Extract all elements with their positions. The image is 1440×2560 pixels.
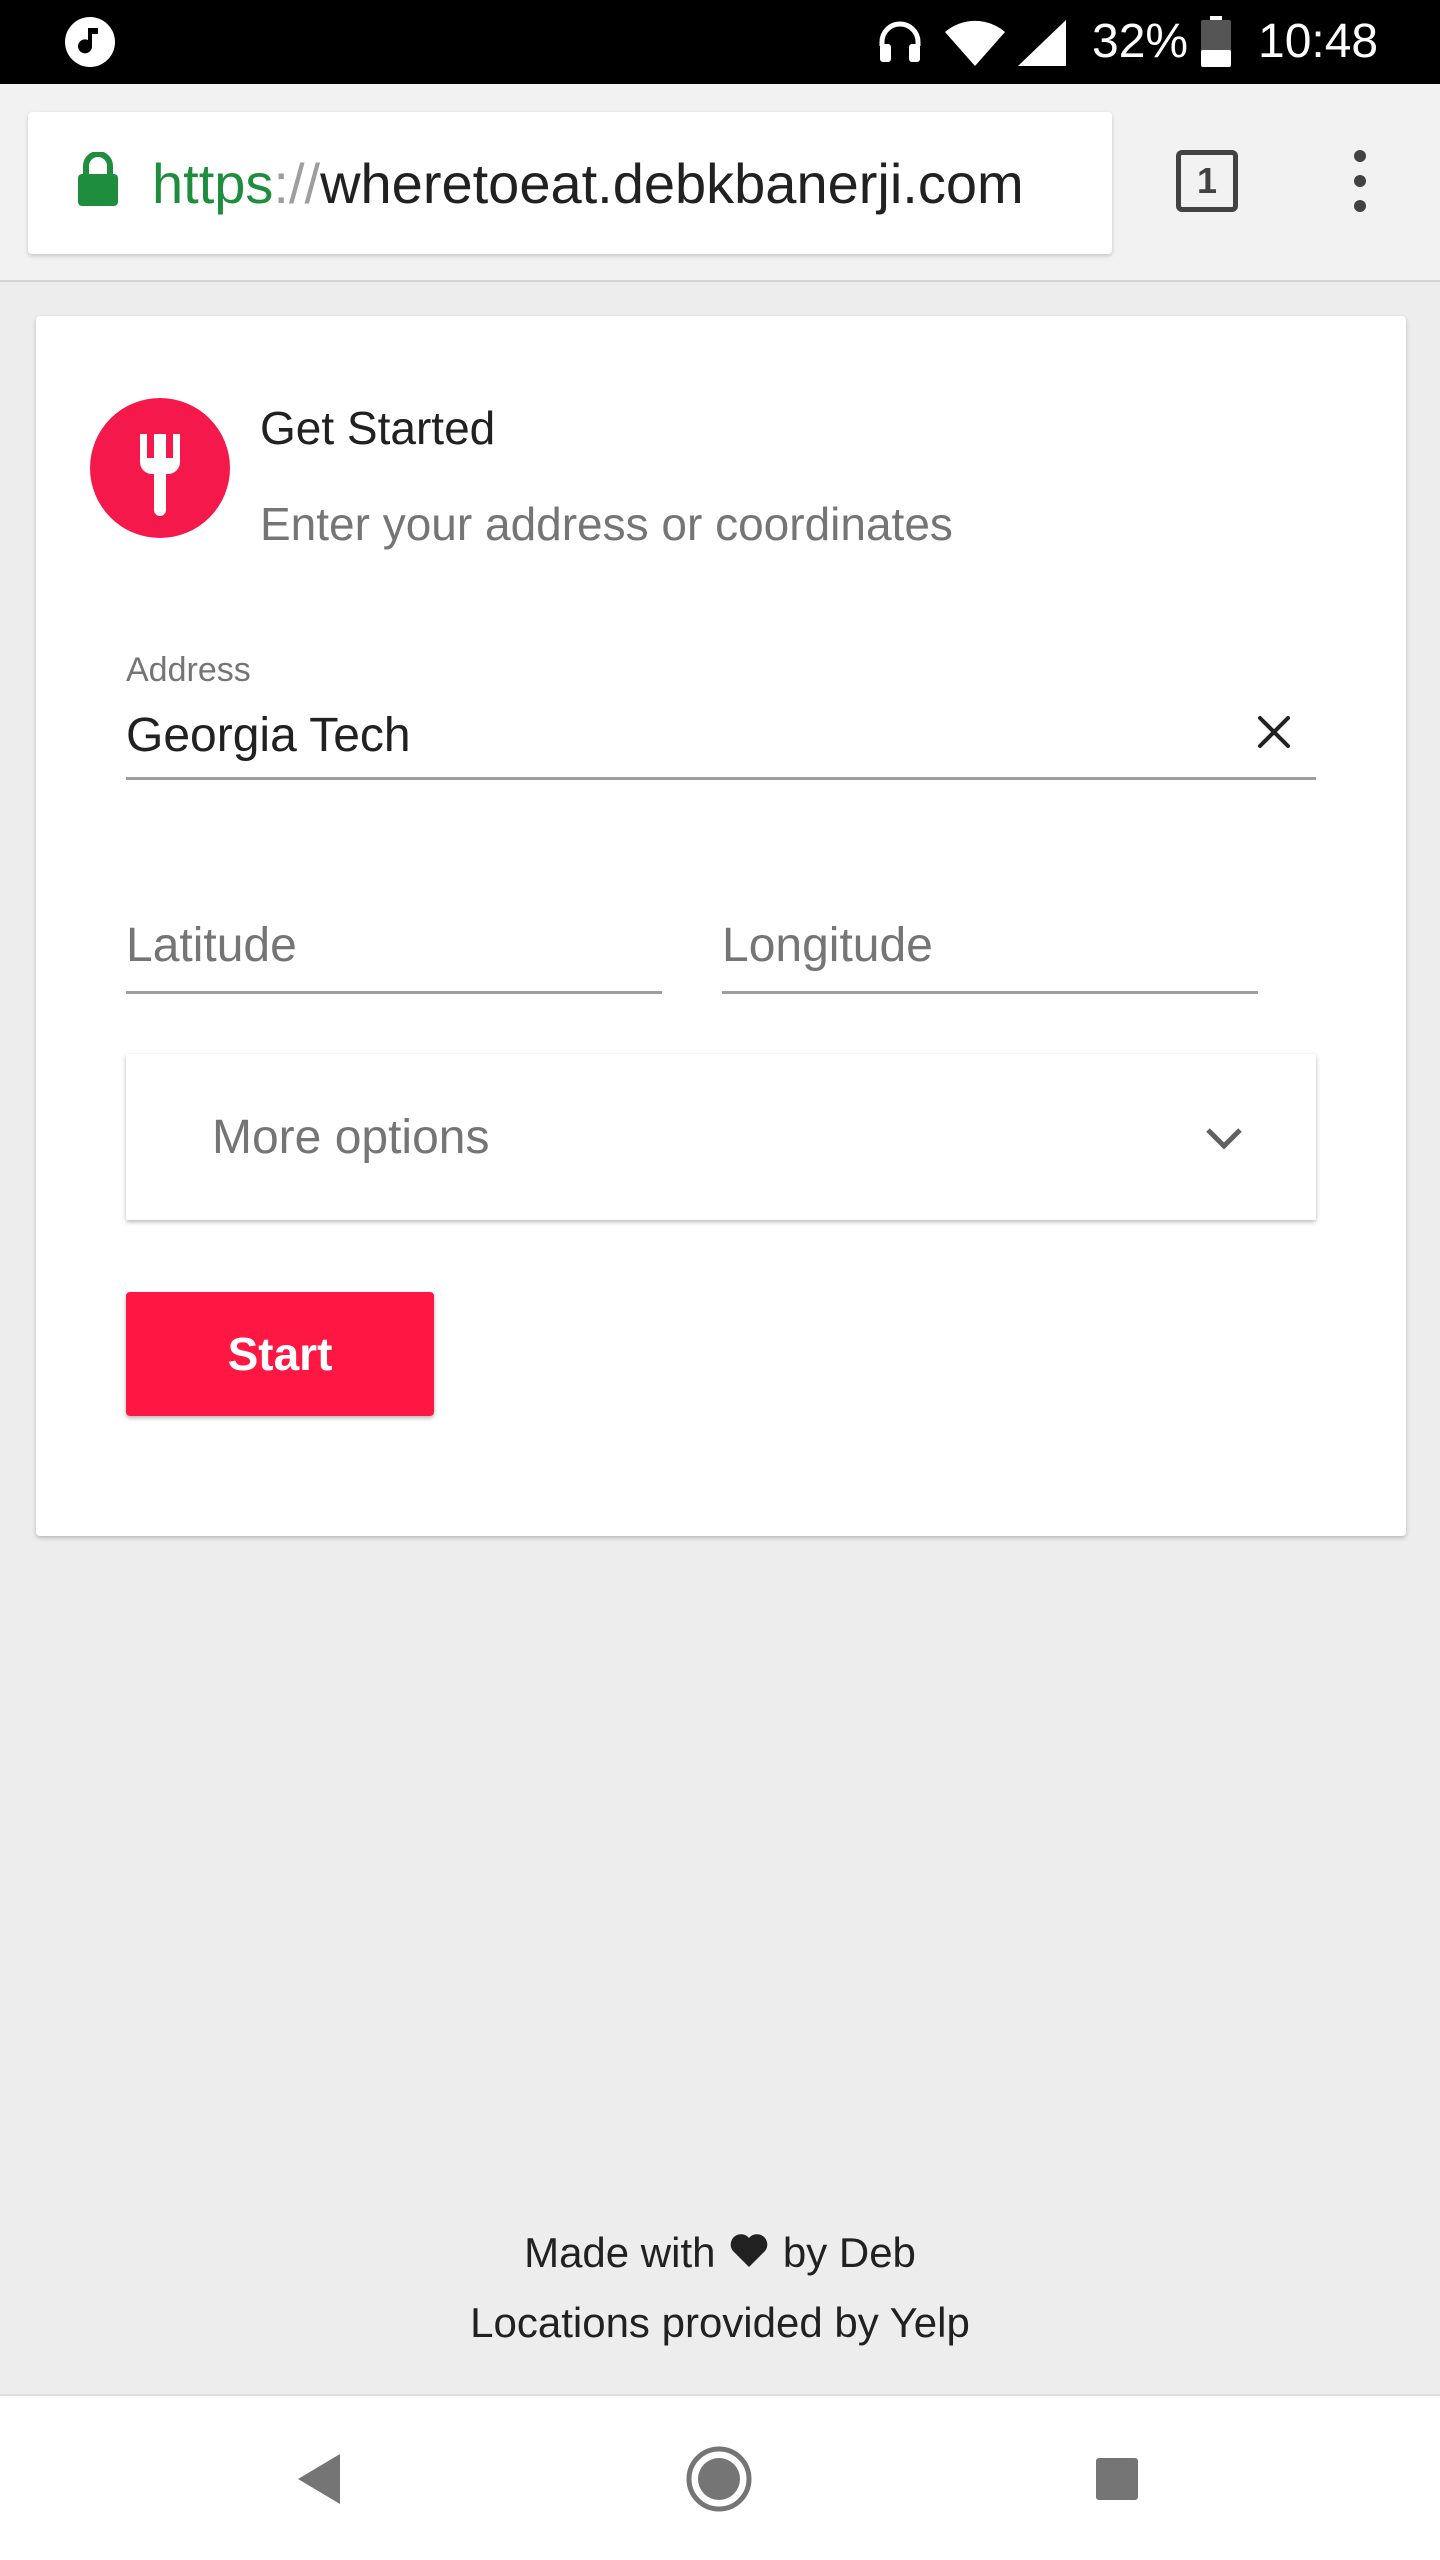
card-title: Get Started [260, 402, 496, 454]
address-field[interactable]: Address Georgia Tech [126, 650, 1316, 780]
latitude-underline [126, 991, 662, 994]
tab-switcher-button[interactable]: 1 [1176, 150, 1238, 212]
address-underline [126, 777, 1316, 780]
longitude-field[interactable]: Longitude [722, 914, 1258, 994]
clock: 10:48 [1258, 15, 1379, 68]
start-button[interactable]: Start [126, 1292, 434, 1416]
get-started-card: Get Started Enter your address or coordi… [36, 316, 1406, 1536]
longitude-input[interactable]: Longitude [722, 918, 933, 974]
address-input[interactable]: Georgia Tech [126, 708, 411, 764]
url-separator: :// [273, 152, 321, 215]
recents-icon[interactable] [1096, 2458, 1138, 2500]
by-deb-text: by Deb [782, 2229, 916, 2276]
url-bar[interactable]: https://wheretoeat.debkbanerji.com [28, 112, 1112, 254]
fork-logo-icon [90, 398, 230, 538]
address-label: Address [126, 651, 251, 689]
battery-icon [1201, 16, 1231, 67]
more-options-expander[interactable]: More options [126, 1054, 1316, 1220]
system-nav-bar [0, 2394, 1440, 2560]
back-icon[interactable] [296, 2452, 342, 2506]
heart-icon [730, 2234, 768, 2267]
latitude-field[interactable]: Latitude [126, 914, 662, 994]
card-subtitle: Enter your address or coordinates [260, 498, 953, 550]
footer: Made with by Deb Locations provided by Y… [0, 2218, 1440, 2358]
signal-icon [1018, 20, 1066, 66]
music-note-icon [65, 17, 115, 67]
home-icon[interactable] [686, 2446, 752, 2512]
url-host: wheretoeat.debkbanerji.com [320, 152, 1024, 215]
yelp-credit: Locations provided by Yelp [470, 2299, 970, 2346]
made-with-text: Made with [524, 2229, 716, 2276]
headset-icon [879, 21, 921, 62]
url-text[interactable]: https://wheretoeat.debkbanerji.com [152, 152, 1024, 216]
lock-icon [78, 152, 118, 206]
overflow-menu-icon[interactable] [1340, 148, 1380, 214]
browser-toolbar: https://wheretoeat.debkbanerji.com 1 [0, 84, 1440, 282]
latitude-input[interactable]: Latitude [126, 918, 297, 974]
url-scheme: https [152, 152, 274, 215]
battery-percent: 32% [1092, 15, 1189, 68]
status-bar: 32% 10:48 [0, 0, 1440, 84]
clear-icon[interactable] [1252, 710, 1296, 754]
longitude-underline [722, 991, 1258, 994]
chevron-down-icon[interactable] [1202, 1124, 1246, 1154]
made-with-line: Made with by Deb [0, 2218, 1440, 2288]
wifi-icon [945, 20, 1005, 66]
more-options-label: More options [212, 1111, 490, 1164]
